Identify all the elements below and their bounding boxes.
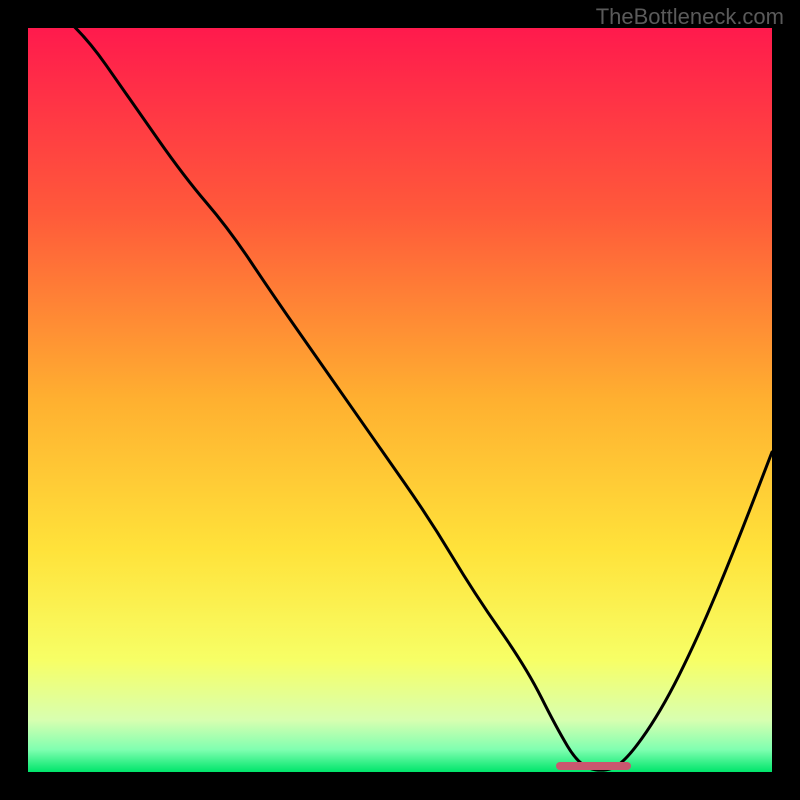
optimal-range-marker xyxy=(556,762,630,770)
chart-plot-area xyxy=(28,28,772,772)
chart-curve xyxy=(28,28,772,772)
watermark-text: TheBottleneck.com xyxy=(596,4,784,30)
